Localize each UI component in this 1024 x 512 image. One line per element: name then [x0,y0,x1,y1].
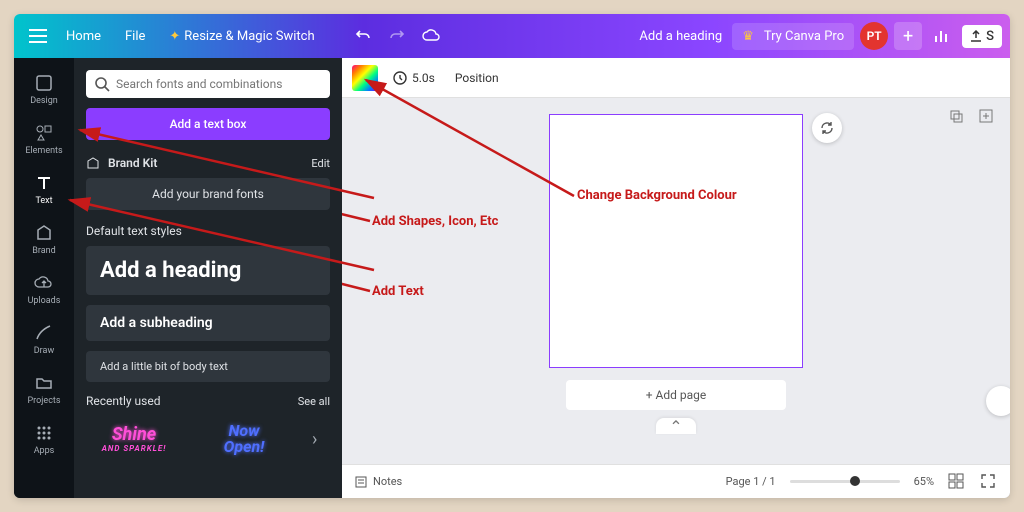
uploads-icon [33,272,55,294]
thumb-text: AND SPARKLE! [102,444,167,453]
edit-brand-kit-link[interactable]: Edit [311,157,330,170]
position-button[interactable]: Position [449,67,505,89]
bottom-bar: Notes Page 1 / 1 65% [342,464,1010,498]
share-button[interactable]: S [962,25,1002,48]
top-bar: Home File ✦ Resize & Magic Switch Add a h… [14,14,1010,58]
text-panel: Add a text box Brand Kit Edit Add your b… [74,58,342,498]
duration-control[interactable]: 5.0s [392,70,435,86]
grid-view-button[interactable] [948,473,966,491]
clock-icon [392,70,408,86]
add-body-text-style[interactable]: Add a little bit of body text [86,351,330,382]
brand-icon [33,222,55,244]
canvas-page[interactable] [549,114,803,368]
thumb-text: Shine [112,426,156,444]
rail-label: Text [35,196,52,206]
thumb-text: Open! [224,439,265,455]
crown-icon: ✦ [169,29,180,44]
rail-brand[interactable]: Brand [15,214,73,264]
add-subheading-style[interactable]: Add a subheading [86,305,330,341]
rail-label: Apps [34,446,55,456]
draw-icon [33,322,55,344]
rail-label: Uploads [28,296,61,306]
recent-thumb-shine[interactable]: ShineAND SPARKLE! [86,416,182,462]
avatar[interactable]: PT [860,22,888,50]
search-icon [94,76,110,92]
elements-icon [33,122,55,144]
zoom-slider[interactable] [790,480,900,483]
plus-button[interactable]: + [894,22,922,50]
projects-icon [33,372,55,394]
notes-label: Notes [373,475,402,488]
background-color-swatch[interactable] [352,65,378,91]
undo-button[interactable] [349,22,377,50]
context-bar: 5.0s Position [342,58,1010,98]
design-icon [33,72,55,94]
add-page-icon-button[interactable] [976,106,996,126]
duration-value: 5.0s [412,71,435,85]
help-button[interactable] [986,386,1010,416]
rail-apps[interactable]: Apps [15,414,73,464]
resize-magic-label: Resize & Magic Switch [184,29,314,44]
apps-icon [33,422,55,444]
upload-icon [970,30,982,42]
recent-thumb-now-open[interactable]: NowOpen! [196,416,292,462]
text-icon [33,172,55,194]
notes-button[interactable]: Notes [354,475,402,489]
add-brand-fonts-button[interactable]: Add your brand fonts [86,178,330,210]
rail-label: Draw [34,346,54,356]
rail-label: Design [30,96,58,106]
duplicate-page-button[interactable] [946,106,966,126]
zoom-value[interactable]: 65% [914,475,934,488]
search-input[interactable] [116,77,322,91]
default-text-styles-label: Default text styles [86,224,330,238]
fullscreen-button[interactable] [980,473,998,491]
brandkit-icon [86,156,100,170]
home-link[interactable]: Home [54,23,113,50]
redo-button[interactable] [383,22,411,50]
share-label: S [986,29,994,44]
add-text-box-button[interactable]: Add a text box [86,108,330,140]
try-pro-label: Try Canva Pro [764,29,844,44]
try-canva-pro-button[interactable]: ♛ Try Canva Pro [732,23,854,50]
timeline-expand-button[interactable]: ⌃ [656,418,696,434]
rail-elements[interactable]: Elements [15,114,73,164]
recently-used-label: Recently used [86,394,160,408]
rail-draw[interactable]: Draw [15,314,73,364]
resize-magic-button[interactable]: ✦ Resize & Magic Switch [157,23,326,50]
add-heading-style[interactable]: Add a heading [86,246,330,295]
brand-kit-label: Brand Kit [108,156,157,170]
regenerate-button[interactable] [812,113,842,143]
rail-label: Projects [28,396,61,406]
side-rail: Design Elements Text Brand Uploads Draw … [14,58,74,498]
add-heading-button[interactable]: Add a heading [629,23,732,50]
crown-icon: ♛ [742,29,754,44]
menu-button[interactable] [22,20,54,52]
analytics-icon[interactable] [928,22,956,50]
rail-design[interactable]: Design [15,64,73,114]
stage: + Add page ⌃ [342,98,1010,464]
zoom-thumb[interactable] [850,476,860,486]
canvas-area: 5.0s Position + Add page ⌃ Notes Page 1 … [342,58,1010,498]
cloud-sync-icon[interactable] [417,22,445,50]
rail-projects[interactable]: Projects [15,364,73,414]
rail-label: Brand [32,246,55,256]
rail-label: Elements [25,146,62,156]
rail-text[interactable]: Text [15,164,73,214]
rail-uploads[interactable]: Uploads [15,264,73,314]
file-link[interactable]: File [113,23,157,50]
add-page-button[interactable]: + Add page [566,380,787,410]
search-field[interactable] [86,70,330,98]
notes-icon [354,475,368,489]
see-all-link[interactable]: See all [298,395,330,408]
page-indicator[interactable]: Page 1 / 1 [726,475,776,488]
next-thumb-button[interactable]: › [312,429,317,450]
